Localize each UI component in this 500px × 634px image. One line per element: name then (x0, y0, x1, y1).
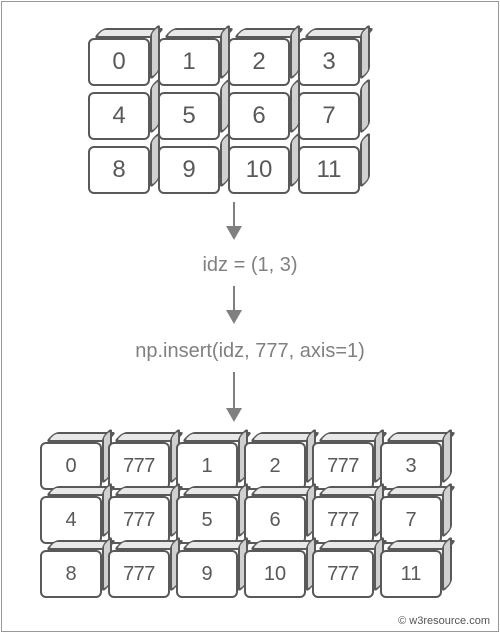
arrow-down-icon (233, 372, 235, 420)
table-row: 8 9 10 11 (88, 146, 368, 194)
insert-caption: np.insert(idz, 777, axis=1) (2, 340, 498, 363)
cell-value: 4 (88, 92, 150, 140)
cell-value: 0 (40, 442, 102, 490)
cell: 3 (380, 442, 442, 490)
arrow-down-icon (233, 286, 235, 322)
cell: 777 (108, 550, 170, 598)
cell: 6 (228, 92, 290, 140)
cell-value: 5 (176, 496, 238, 544)
cell-value: 8 (40, 550, 102, 598)
cell: 1 (176, 442, 238, 490)
cell: 777 (312, 496, 374, 544)
cell: 2 (228, 38, 290, 86)
cell: 0 (88, 38, 150, 86)
cell: 11 (380, 550, 442, 598)
cell: 5 (158, 92, 220, 140)
cell: 7 (298, 92, 360, 140)
cell: 3 (298, 38, 360, 86)
cell: 777 (312, 442, 374, 490)
cell-value: 11 (380, 550, 442, 598)
cell-value: 3 (380, 442, 442, 490)
cell-value: 9 (176, 550, 238, 598)
cell: 4 (40, 496, 102, 544)
cell: 8 (88, 146, 150, 194)
cell: 777 (108, 442, 170, 490)
cell: 10 (244, 550, 306, 598)
cell: 777 (312, 550, 374, 598)
cell-value: 8 (88, 146, 150, 194)
cell: 0 (40, 442, 102, 490)
cell-value: 777 (312, 550, 374, 598)
input-array-grid: 0 1 2 3 4 5 6 7 8 9 10 11 (88, 38, 368, 200)
cell: 10 (228, 146, 290, 194)
cell-value: 777 (108, 496, 170, 544)
cell-value: 9 (158, 146, 220, 194)
cell: 8 (40, 550, 102, 598)
cell: 9 (158, 146, 220, 194)
cell-value: 2 (228, 38, 290, 86)
cell-value: 6 (228, 92, 290, 140)
cell-value: 3 (298, 38, 360, 86)
cell: 4 (88, 92, 150, 140)
table-row: 8 777 9 10 777 11 (40, 550, 448, 598)
cell-value: 11 (298, 146, 360, 194)
cell: 5 (176, 496, 238, 544)
cell-value: 10 (228, 146, 290, 194)
cell: 6 (244, 496, 306, 544)
cell-value: 777 (108, 442, 170, 490)
cell: 11 (298, 146, 360, 194)
cell-value: 777 (312, 496, 374, 544)
cell-value: 777 (312, 442, 374, 490)
cell-value: 1 (176, 442, 238, 490)
cell-value: 4 (40, 496, 102, 544)
diagram-frame: 0 1 2 3 4 5 6 7 8 9 10 11 idz = (1, 3) n… (1, 1, 499, 632)
cell-value: 1 (158, 38, 220, 86)
arrow-down-icon (233, 202, 235, 238)
cell-value: 2 (244, 442, 306, 490)
cell: 9 (176, 550, 238, 598)
cell-value: 7 (298, 92, 360, 140)
cell-value: 777 (108, 550, 170, 598)
table-row: 0 777 1 2 777 3 (40, 442, 448, 490)
cell-value: 6 (244, 496, 306, 544)
cell: 777 (108, 496, 170, 544)
cell-value: 7 (380, 496, 442, 544)
credit-text: © w3resource.com (398, 615, 490, 627)
cell: 1 (158, 38, 220, 86)
cell: 7 (380, 496, 442, 544)
cell-value: 0 (88, 38, 150, 86)
cell: 2 (244, 442, 306, 490)
output-array-grid: 0 777 1 2 777 3 4 777 5 6 777 7 8 777 9 … (40, 442, 448, 604)
cell-value: 10 (244, 550, 306, 598)
idz-caption: idz = (1, 3) (2, 254, 498, 277)
cell-value: 5 (158, 92, 220, 140)
table-row: 4 777 5 6 777 7 (40, 496, 448, 544)
